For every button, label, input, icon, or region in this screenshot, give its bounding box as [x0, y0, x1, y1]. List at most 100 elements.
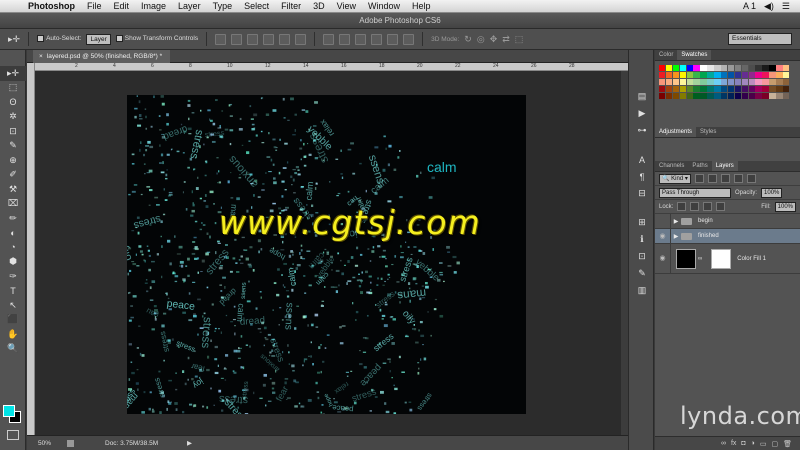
- opacity-field[interactable]: 100%: [761, 187, 783, 198]
- color-swatch[interactable]: [672, 71, 680, 79]
- color-swatch[interactable]: [693, 85, 700, 93]
- color-swatch[interactable]: [686, 65, 693, 72]
- color-swatch[interactable]: [762, 85, 769, 93]
- auto-select-checkbox[interactable]: Auto-Select:: [37, 35, 81, 43]
- hand-tool-icon[interactable]: ✋: [0, 327, 26, 342]
- color-swatch[interactable]: [727, 78, 735, 86]
- menu-help[interactable]: Help: [406, 0, 437, 13]
- color-swatch[interactable]: [727, 92, 735, 99]
- gradient-tool-icon[interactable]: ◐: [0, 226, 26, 241]
- color-swatch[interactable]: [672, 78, 680, 86]
- actions-panel-icon[interactable]: ▶: [629, 105, 655, 122]
- color-swatch[interactable]: [776, 92, 783, 99]
- tab-channels[interactable]: Channels: [655, 161, 688, 171]
- lasso-tool-icon[interactable]: ʘ: [0, 95, 26, 110]
- layer-name[interactable]: Color Fill 1: [737, 256, 766, 262]
- path-tool-icon[interactable]: ✑: [0, 269, 26, 284]
- color-swatch[interactable]: [783, 65, 790, 72]
- color-swatch[interactable]: [727, 65, 735, 72]
- show-transform-checkbox[interactable]: Show Transform Controls: [115, 35, 198, 43]
- visibility-off-icon[interactable]: [655, 213, 671, 229]
- color-swatch[interactable]: [659, 92, 666, 99]
- distribute-bottom-icon[interactable]: [355, 33, 367, 45]
- timeline-panel-icon[interactable]: ▥: [629, 282, 655, 299]
- menu-view[interactable]: View: [331, 0, 362, 13]
- color-swatch[interactable]: [741, 85, 749, 93]
- lock-transparent-icon[interactable]: [677, 202, 687, 211]
- color-swatch[interactable]: [665, 65, 673, 72]
- color-swatch[interactable]: [665, 78, 673, 86]
- color-swatch[interactable]: [700, 65, 707, 72]
- type-tool-icon[interactable]: T: [0, 284, 26, 299]
- align-bottom-icon[interactable]: [247, 33, 259, 45]
- color-swatch[interactable]: [700, 78, 707, 86]
- new-layer-icon[interactable]: ▢: [771, 440, 778, 448]
- menu-select[interactable]: Select: [238, 0, 275, 13]
- blend-mode-dropdown[interactable]: Pass Through: [659, 187, 731, 198]
- color-swatch[interactable]: [769, 78, 776, 86]
- color-swatch[interactable]: [741, 78, 749, 86]
- tab-color[interactable]: Color: [655, 50, 677, 60]
- menu-window[interactable]: Window: [362, 0, 406, 13]
- distribute-left-icon[interactable]: [371, 33, 383, 45]
- expand-arrow-icon[interactable]: ▶: [671, 233, 681, 240]
- color-swatch[interactable]: [762, 65, 769, 72]
- menu-edit[interactable]: Edit: [108, 0, 136, 13]
- info-panel-icon[interactable]: ℹ: [629, 231, 655, 248]
- healing-brush-tool-icon[interactable]: ⊕: [0, 153, 26, 168]
- color-swatch[interactable]: [755, 85, 762, 93]
- color-swatch[interactable]: [659, 65, 666, 72]
- color-swatch[interactable]: [672, 85, 680, 93]
- color-swatch[interactable]: [714, 92, 721, 99]
- tab-paths[interactable]: Paths: [688, 161, 711, 171]
- history-panel-icon[interactable]: ▤: [629, 88, 655, 105]
- align-left-icon[interactable]: [263, 33, 275, 45]
- color-swatch[interactable]: [776, 78, 783, 86]
- shape-tool-icon[interactable]: ⬛: [0, 313, 26, 328]
- color-swatch[interactable]: [672, 65, 680, 72]
- color-swatch[interactable]: [755, 78, 762, 86]
- color-swatch[interactable]: [679, 65, 687, 72]
- document-tab[interactable]: × layered.psd @ 50% (finished, RGB/8*) *: [33, 50, 171, 63]
- menu-type[interactable]: Type: [207, 0, 239, 13]
- canvas[interactable]: stress calm anxious dread stress yebble mans oi…: [127, 95, 526, 414]
- clone-source-icon[interactable]: ⊟: [629, 185, 655, 202]
- eraser-tool-icon[interactable]: ✏: [0, 211, 26, 226]
- color-swatch[interactable]: [741, 65, 749, 72]
- color-swatch[interactable]: [693, 71, 700, 79]
- color-swatch[interactable]: [748, 85, 755, 93]
- color-swatch[interactable]: [721, 78, 728, 86]
- color-swatch[interactable]: [665, 71, 673, 79]
- folder-icon[interactable]: ▭: [760, 440, 767, 448]
- layer-mask-thumbnail[interactable]: [711, 248, 732, 269]
- status-menu-arrow-icon[interactable]: ▶: [187, 436, 192, 450]
- 3d-pan-icon[interactable]: ✥: [490, 34, 498, 45]
- vertical-scrollbar[interactable]: [621, 71, 628, 435]
- color-swatch[interactable]: [665, 85, 673, 93]
- color-swatch[interactable]: [721, 92, 728, 99]
- 3d-roll-icon[interactable]: ◎: [477, 34, 485, 45]
- color-swatch[interactable]: [679, 85, 687, 93]
- move-tool-preset-icon[interactable]: ▸✛: [8, 34, 20, 45]
- brush-presets-icon[interactable]: ⊶: [629, 122, 655, 139]
- color-swatch[interactable]: [707, 65, 714, 72]
- color-swatch[interactable]: [672, 92, 680, 99]
- color-swatch[interactable]: [776, 85, 783, 93]
- filter-smart-object-icon[interactable]: [746, 174, 756, 183]
- dodge-tool-icon[interactable]: ◔: [0, 240, 26, 255]
- color-swatch[interactable]: [727, 85, 735, 93]
- color-swatch[interactable]: [755, 71, 762, 79]
- color-swatch[interactable]: [748, 92, 755, 99]
- mask-icon[interactable]: ◘: [741, 440, 745, 447]
- menu-filter[interactable]: Filter: [275, 0, 307, 13]
- layer-name[interactable]: begin: [698, 218, 713, 224]
- 3d-slide-icon[interactable]: ⇄: [502, 34, 510, 45]
- distribute-vcenter-icon[interactable]: [339, 33, 351, 45]
- color-swatch[interactable]: [721, 71, 728, 79]
- color-swatch[interactable]: [679, 92, 687, 99]
- filter-shape-icon[interactable]: [733, 174, 743, 183]
- filter-type-icon[interactable]: [720, 174, 730, 183]
- menu-list-icon[interactable]: ☰: [782, 1, 790, 12]
- fill-field[interactable]: 100%: [774, 201, 796, 212]
- path-selection-tool-icon[interactable]: ↖: [0, 298, 26, 313]
